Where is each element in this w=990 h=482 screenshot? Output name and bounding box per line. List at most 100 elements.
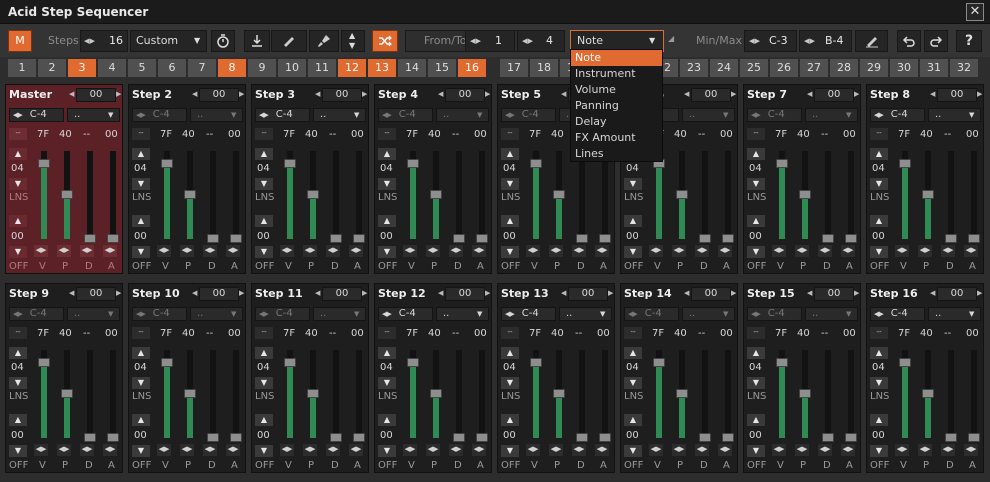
lines-down-button[interactable]: ▼ (132, 178, 150, 190)
volume-fader-knob[interactable] (38, 358, 50, 367)
amount-up-button[interactable]: ▲ (624, 215, 642, 227)
fx-amount-fader[interactable] (479, 350, 485, 438)
index-field[interactable]: 00 (199, 88, 239, 102)
amount-down-button[interactable]: ▼ (255, 445, 273, 457)
volume-fader-knob[interactable] (407, 358, 419, 367)
amount-up-button[interactable]: ▲ (255, 414, 273, 426)
instrument-field[interactable]: .. ▼ (67, 108, 120, 122)
step-toggle-18[interactable]: 18 (530, 59, 558, 77)
delay-fader[interactable] (825, 151, 831, 239)
from-stepper[interactable]: ◀ ▶ 1 (465, 30, 515, 52)
min-arrows[interactable]: ◀ ▶ (749, 31, 760, 51)
amount-down-button[interactable]: ▼ (747, 445, 765, 457)
instrument-field[interactable]: .. ▼ (805, 108, 858, 122)
amount-down-button[interactable]: ▼ (255, 246, 273, 258)
fader-arrows[interactable]: ◀▶ (649, 444, 663, 456)
index-field[interactable]: 00 (76, 88, 116, 102)
note-arrows[interactable]: ◀▶ (13, 111, 23, 119)
note-field[interactable]: ◀▶ C-4 (9, 307, 64, 321)
fader-arrows[interactable]: ◀▶ (841, 245, 855, 257)
step-toggle-10[interactable]: 10 (278, 59, 306, 77)
note-field[interactable]: ◀▶ C-4 (747, 307, 802, 321)
dropdown-option-instrument[interactable]: Instrument (571, 66, 662, 82)
fader-arrows[interactable]: ◀▶ (403, 444, 417, 456)
dropdown-option-fx-amount[interactable]: FX Amount (571, 130, 662, 146)
note-field[interactable]: ◀▶ C-4 (747, 108, 802, 122)
amount-down-button[interactable]: ▼ (624, 246, 642, 258)
fader-arrows[interactable]: ◀▶ (57, 444, 71, 456)
amount-up-button[interactable]: ▲ (378, 215, 396, 227)
volume-fader-knob[interactable] (284, 159, 296, 168)
amount-down-button[interactable]: ▼ (624, 445, 642, 457)
amount-down-button[interactable]: ▼ (132, 445, 150, 457)
amount-up-button[interactable]: ▲ (501, 414, 519, 426)
arrow-left-icon[interactable]: ◀ (561, 90, 566, 98)
delay-fader-knob[interactable] (84, 234, 96, 243)
min-stepper[interactable]: ◀ ▶ C-3 (744, 30, 797, 52)
amount-up-button[interactable]: ▲ (624, 414, 642, 426)
step-toggle-3[interactable]: 3 (68, 59, 96, 77)
arrow-right-icon[interactable]: ▶ (854, 289, 859, 297)
fader-arrows[interactable]: ◀▶ (695, 444, 709, 456)
index-field[interactable]: 00 (568, 287, 608, 301)
note-field[interactable]: ◀▶ C-4 (501, 108, 556, 122)
amount-down-button[interactable]: ▼ (870, 246, 888, 258)
panning-fader-knob[interactable] (430, 190, 442, 199)
delay-fader-knob[interactable] (453, 234, 465, 243)
fx-amount-fader-knob[interactable] (107, 433, 119, 442)
note-field[interactable]: ◀▶ C-4 (132, 108, 187, 122)
arrow-right-icon[interactable]: ▶ (977, 90, 982, 98)
arrow-left-icon[interactable]: ◀ (684, 289, 689, 297)
step-toggle-15[interactable]: 15 (428, 59, 456, 77)
amount-down-button[interactable]: ▼ (870, 445, 888, 457)
lines-down-button[interactable]: ▼ (378, 178, 396, 190)
delay-fader[interactable] (456, 350, 462, 438)
arrow-left-icon[interactable]: ◀ (69, 90, 74, 98)
note-off-toggle[interactable]: -- (378, 128, 396, 140)
note-arrows[interactable]: ◀▶ (382, 111, 392, 119)
panning-fader-knob[interactable] (307, 389, 319, 398)
note-arrows[interactable]: ◀▶ (505, 310, 515, 318)
delay-fader-knob[interactable] (207, 433, 219, 442)
fader-arrows[interactable]: ◀▶ (595, 444, 609, 456)
volume-fader-knob[interactable] (284, 358, 296, 367)
index-field[interactable]: 00 (814, 88, 854, 102)
delay-fader-knob[interactable] (84, 433, 96, 442)
panning-fader-knob[interactable] (676, 190, 688, 199)
note-arrows[interactable]: ◀▶ (751, 310, 761, 318)
fader-arrows[interactable]: ◀▶ (426, 245, 440, 257)
delay-fader[interactable] (948, 151, 954, 239)
fader-arrows[interactable]: ◀▶ (34, 444, 48, 456)
amount-up-button[interactable]: ▲ (9, 215, 27, 227)
panning-fader-knob[interactable] (676, 389, 688, 398)
lines-up-button[interactable]: ▲ (9, 347, 27, 359)
step-toggle-13[interactable]: 13 (368, 59, 396, 77)
fx-amount-fader[interactable] (971, 350, 977, 438)
lines-up-button[interactable]: ▲ (9, 148, 27, 160)
shift-stepper[interactable]: ▲ ▼ (341, 30, 365, 52)
dropdown-option-panning[interactable]: Panning (571, 98, 662, 114)
panning-fader-knob[interactable] (61, 389, 73, 398)
volume-fader-knob[interactable] (530, 358, 542, 367)
to-stepper[interactable]: ◀ ▶ 4 (517, 30, 565, 52)
arrow-right-icon[interactable]: ▶ (239, 90, 244, 98)
delay-fader[interactable] (210, 151, 216, 239)
step-toggle-30[interactable]: 30 (890, 59, 918, 77)
arrow-left-icon[interactable]: ◀ (438, 90, 443, 98)
fx-amount-fader[interactable] (110, 350, 116, 438)
step-toggle-8[interactable]: 8 (218, 59, 246, 77)
lines-up-button[interactable]: ▲ (747, 347, 765, 359)
lines-up-button[interactable]: ▲ (747, 148, 765, 160)
step-toggle-14[interactable]: 14 (398, 59, 426, 77)
fx-amount-fader[interactable] (233, 350, 239, 438)
step-toggle-7[interactable]: 7 (188, 59, 216, 77)
fx-amount-fader[interactable] (971, 151, 977, 239)
amount-up-button[interactable]: ▲ (870, 414, 888, 426)
panning-fader-knob[interactable] (922, 389, 934, 398)
delay-fader-knob[interactable] (330, 433, 342, 442)
fx-amount-fader-knob[interactable] (230, 234, 242, 243)
from-arrows[interactable]: ◀ ▶ (470, 31, 481, 51)
lines-down-button[interactable]: ▼ (870, 377, 888, 389)
step-toggle-11[interactable]: 11 (308, 59, 336, 77)
step-toggle-25[interactable]: 25 (740, 59, 768, 77)
